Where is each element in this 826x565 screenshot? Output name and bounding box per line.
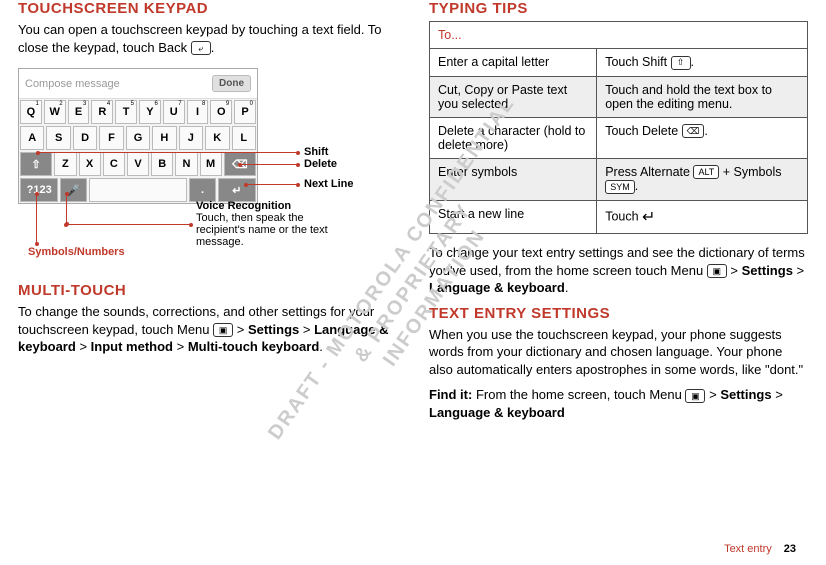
key-U[interactable]: U7 <box>163 100 185 124</box>
shift-key[interactable]: ⇧ <box>20 152 52 176</box>
key-A[interactable]: A <box>20 126 44 150</box>
menu-icon: ▣ <box>213 323 233 337</box>
key-Z[interactable]: Z <box>54 152 76 176</box>
key-V[interactable]: V <box>127 152 149 176</box>
callout-next-line: Next Line <box>304 178 354 190</box>
done-button[interactable]: Done <box>212 75 251 92</box>
compose-input[interactable]: Compose message <box>25 78 212 90</box>
table-row: Cut, Copy or Paste text you selectedTouc… <box>430 76 808 117</box>
heading-multitouch: MULTI-TOUCH <box>18 282 397 299</box>
key-Y[interactable]: Y6 <box>139 100 161 124</box>
key-D[interactable]: D <box>73 126 97 150</box>
tips-header: To... <box>430 22 808 49</box>
enter-icon: ↵ <box>642 209 655 226</box>
key-E[interactable]: E3 <box>68 100 90 124</box>
inline-icon: ⌫ <box>682 124 705 138</box>
key-F[interactable]: F <box>99 126 123 150</box>
key-W[interactable]: W2 <box>44 100 66 124</box>
heading-text-entry-settings: TEXT ENTRY SETTINGS <box>429 305 808 322</box>
key-N[interactable]: N <box>175 152 197 176</box>
key-G[interactable]: G <box>126 126 150 150</box>
callout-delete: Delete <box>304 158 337 170</box>
menu-icon: ▣ <box>685 389 705 403</box>
table-row: Enter symbolsPress Alternate ALT + Symbo… <box>430 158 808 200</box>
touchscreen-intro: You can open a touchscreen keypad by tou… <box>18 21 397 56</box>
keypad: Compose message Done Q1W2E3R4T5Y6U7I8O9P… <box>18 68 258 204</box>
inline-icon: ⇧ <box>671 56 691 70</box>
heading-touchscreen-keypad: TOUCHSCREEN KEYPAD <box>18 0 397 17</box>
period-key[interactable]: . <box>189 178 215 202</box>
key-C[interactable]: C <box>103 152 125 176</box>
page-footer: Text entry23 <box>724 543 796 555</box>
key-T[interactable]: T5 <box>115 100 137 124</box>
find-it: Find it: From the home screen, touch Men… <box>429 386 808 421</box>
space-key[interactable] <box>89 178 188 202</box>
inline-icon: SYM <box>605 180 635 194</box>
key-S[interactable]: S <box>46 126 70 150</box>
table-row: Enter a capital letterTouch Shift ⇧. <box>430 49 808 77</box>
menu-icon: ▣ <box>707 264 727 278</box>
key-I[interactable]: I8 <box>187 100 209 124</box>
key-B[interactable]: B <box>151 152 173 176</box>
tips-table: To... Enter a capital letterTouch Shift … <box>429 21 808 234</box>
dictionary-text: To change your text entry settings and s… <box>429 244 808 297</box>
key-R[interactable]: R4 <box>91 100 113 124</box>
key-Q[interactable]: Q1 <box>20 100 42 124</box>
text-entry-desc: When you use the touchscreen keypad, you… <box>429 326 808 379</box>
symbols-key[interactable]: ?123 <box>20 178 58 202</box>
inline-icon: ALT <box>693 165 719 179</box>
back-icon: ⤶ <box>191 41 211 55</box>
key-L[interactable]: L <box>232 126 256 150</box>
table-row: Start a new lineTouch ↵ <box>430 201 808 234</box>
key-H[interactable]: H <box>152 126 176 150</box>
key-K[interactable]: K <box>205 126 229 150</box>
key-X[interactable]: X <box>79 152 101 176</box>
callout-shift: Shift <box>304 146 328 158</box>
key-P[interactable]: P0 <box>234 100 256 124</box>
key-O[interactable]: O9 <box>210 100 232 124</box>
key-J[interactable]: J <box>179 126 203 150</box>
table-row: Delete a character (hold to delete more)… <box>430 117 808 158</box>
mic-key[interactable]: 🎤 <box>60 178 86 202</box>
key-M[interactable]: M <box>200 152 222 176</box>
callout-symbols: Symbols/Numbers <box>28 246 125 258</box>
enter-key[interactable]: ↵ <box>218 178 256 202</box>
multitouch-text: To change the sounds, corrections, and o… <box>18 303 397 356</box>
heading-typing-tips: TYPING TIPS <box>429 0 808 17</box>
callout-voice: Voice Recognition Touch, then speak the … <box>196 200 346 248</box>
